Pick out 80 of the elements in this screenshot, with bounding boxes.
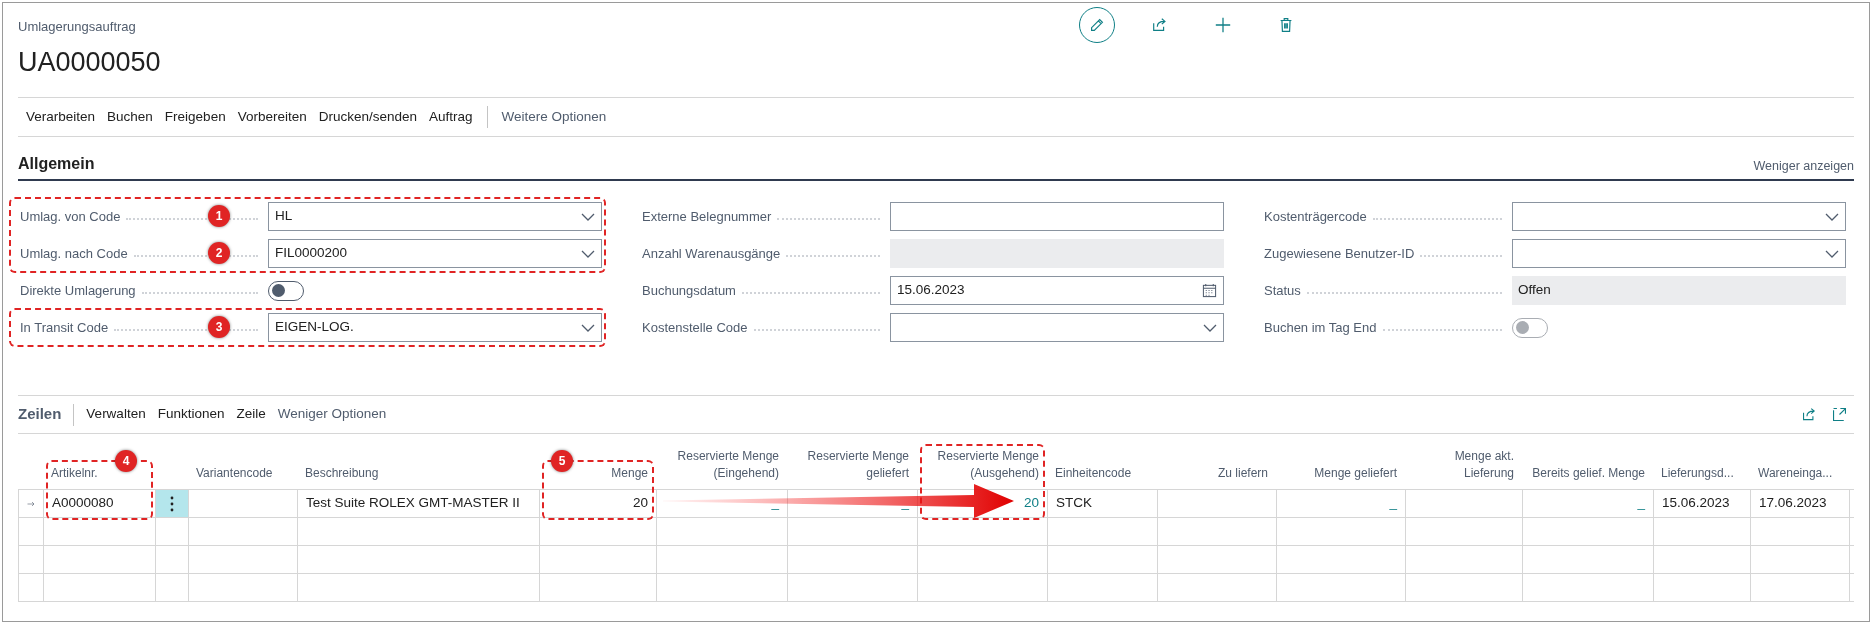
menu-button[interactable]: Verwalten	[80, 399, 152, 430]
table-cell-text: Test Suite ROLEX GMT-MASTER II	[306, 494, 520, 513]
text-field[interactable]	[890, 202, 1224, 231]
chevron-down-icon	[581, 323, 595, 332]
column-header[interactable]: Menge	[611, 465, 648, 482]
table-cell-text: 20	[632, 494, 648, 513]
show-less-link[interactable]: Weniger anzeigen	[1753, 157, 1854, 176]
field-label: Kostenträgercode	[1264, 207, 1368, 226]
field-label: Zugewiesene Benutzer-ID	[1264, 244, 1416, 263]
chevron-down-icon	[581, 249, 595, 258]
menu-button[interactable]: Verarbeiten	[20, 102, 102, 132]
field-label: Direkte Umlagerung	[20, 281, 137, 300]
field-label: Umlag. von Code	[20, 207, 122, 226]
date-field[interactable]: 15.06.2023	[890, 276, 1224, 305]
expand-icon	[1830, 406, 1848, 423]
drilldown-link[interactable]: _	[771, 493, 779, 514]
column-header[interactable]: Reservierte Menge geliefert	[795, 448, 909, 482]
table-cell-text: 15.06.2023	[1662, 494, 1730, 513]
table-cell-text: A0000080	[52, 494, 114, 513]
plus-icon	[1214, 16, 1232, 34]
share-icon	[1800, 406, 1818, 423]
more-icon	[170, 495, 174, 512]
readonly-field: Offen	[1512, 276, 1846, 305]
calendar-icon	[1202, 283, 1217, 298]
row-menu-button[interactable]	[156, 490, 189, 517]
number-badge: 3	[208, 316, 230, 338]
field-label: Kostenstelle Code	[642, 318, 749, 337]
column-header[interactable]: Menge geliefert	[1314, 465, 1397, 482]
dropdown-field[interactable]	[890, 313, 1224, 342]
dropdown-field[interactable]: FIL0000200	[268, 239, 602, 268]
dropdown-field[interactable]: EIGEN-LOG.	[268, 313, 602, 342]
column-header[interactable]: Menge akt. Lieferung	[1413, 448, 1514, 482]
number-badge: 2	[208, 242, 230, 264]
section-title: Zeilen	[18, 404, 63, 425]
column-header[interactable]: Artikelnr.	[51, 465, 98, 482]
more-options-button[interactable]: Weitere Optionen	[495, 102, 613, 132]
menu-button[interactable]: Buchen	[101, 102, 159, 132]
column-header[interactable]: Variantencode	[196, 465, 273, 482]
menu-button[interactable]: Vorbereiten	[231, 102, 313, 132]
table-cell-text: STCK	[1056, 494, 1092, 513]
page-caption: Umlagerungsauftrag	[18, 18, 137, 36]
column-header[interactable]: Lieferungsd...	[1661, 465, 1734, 482]
drilldown-link[interactable]: _	[1389, 493, 1397, 514]
menu-button[interactable]: Freigeben	[158, 102, 232, 132]
dropdown-field[interactable]: HL	[268, 202, 602, 231]
field-label: Status	[1264, 281, 1302, 300]
number-badge: 5	[551, 450, 573, 472]
column-header[interactable]: Reservierte Menge (Ausgehend)	[925, 448, 1039, 482]
share-icon	[1151, 16, 1169, 34]
field-label: Externe Belegnummer	[642, 207, 773, 226]
menu-button[interactable]: Funktionen	[151, 399, 231, 430]
less-options-button[interactable]: Weniger Optionen	[271, 399, 393, 430]
column-header[interactable]: Reservierte Menge (Eingehend)	[664, 448, 779, 482]
drilldown-link[interactable]: 20	[1023, 493, 1039, 514]
field-label: Umlag. nach Code	[20, 244, 129, 263]
column-header[interactable]: Bereits gelief. Menge	[1532, 465, 1645, 482]
chevron-down-icon	[1203, 323, 1217, 332]
pencil-icon	[1088, 16, 1106, 34]
chevron-down-icon	[1825, 249, 1839, 258]
chevron-down-icon	[581, 212, 595, 221]
menu-button[interactable]: Zeile	[230, 399, 272, 430]
column-header[interactable]: Zu liefern	[1217, 465, 1268, 482]
field-label: Anzahl Warenausgänge	[642, 244, 782, 263]
table-cell-text: 17.06.2023	[1759, 494, 1827, 513]
number-badge: 4	[115, 450, 137, 472]
column-header[interactable]: Wareneinga...	[1758, 465, 1833, 482]
field-label: Buchen im Tag End	[1264, 318, 1378, 337]
field-label: Buchungsdatum	[642, 281, 737, 300]
field-label: In Transit Code	[20, 318, 110, 337]
menu-button[interactable]: Auftrag	[423, 102, 479, 132]
column-header[interactable]: Beschreibung	[305, 465, 379, 482]
section-title: Allgemein	[18, 154, 95, 174]
page-title: UA0000050	[18, 48, 162, 76]
drilldown-link[interactable]: _	[1637, 493, 1645, 514]
column-header[interactable]: Einheitencode	[1055, 465, 1132, 482]
number-badge: 1	[208, 205, 230, 227]
menu-button[interactable]: Drucken/senden	[312, 102, 424, 132]
dropdown-field[interactable]	[1512, 202, 1846, 231]
dropdown-field[interactable]	[1512, 239, 1846, 268]
chevron-down-icon	[1825, 212, 1839, 221]
